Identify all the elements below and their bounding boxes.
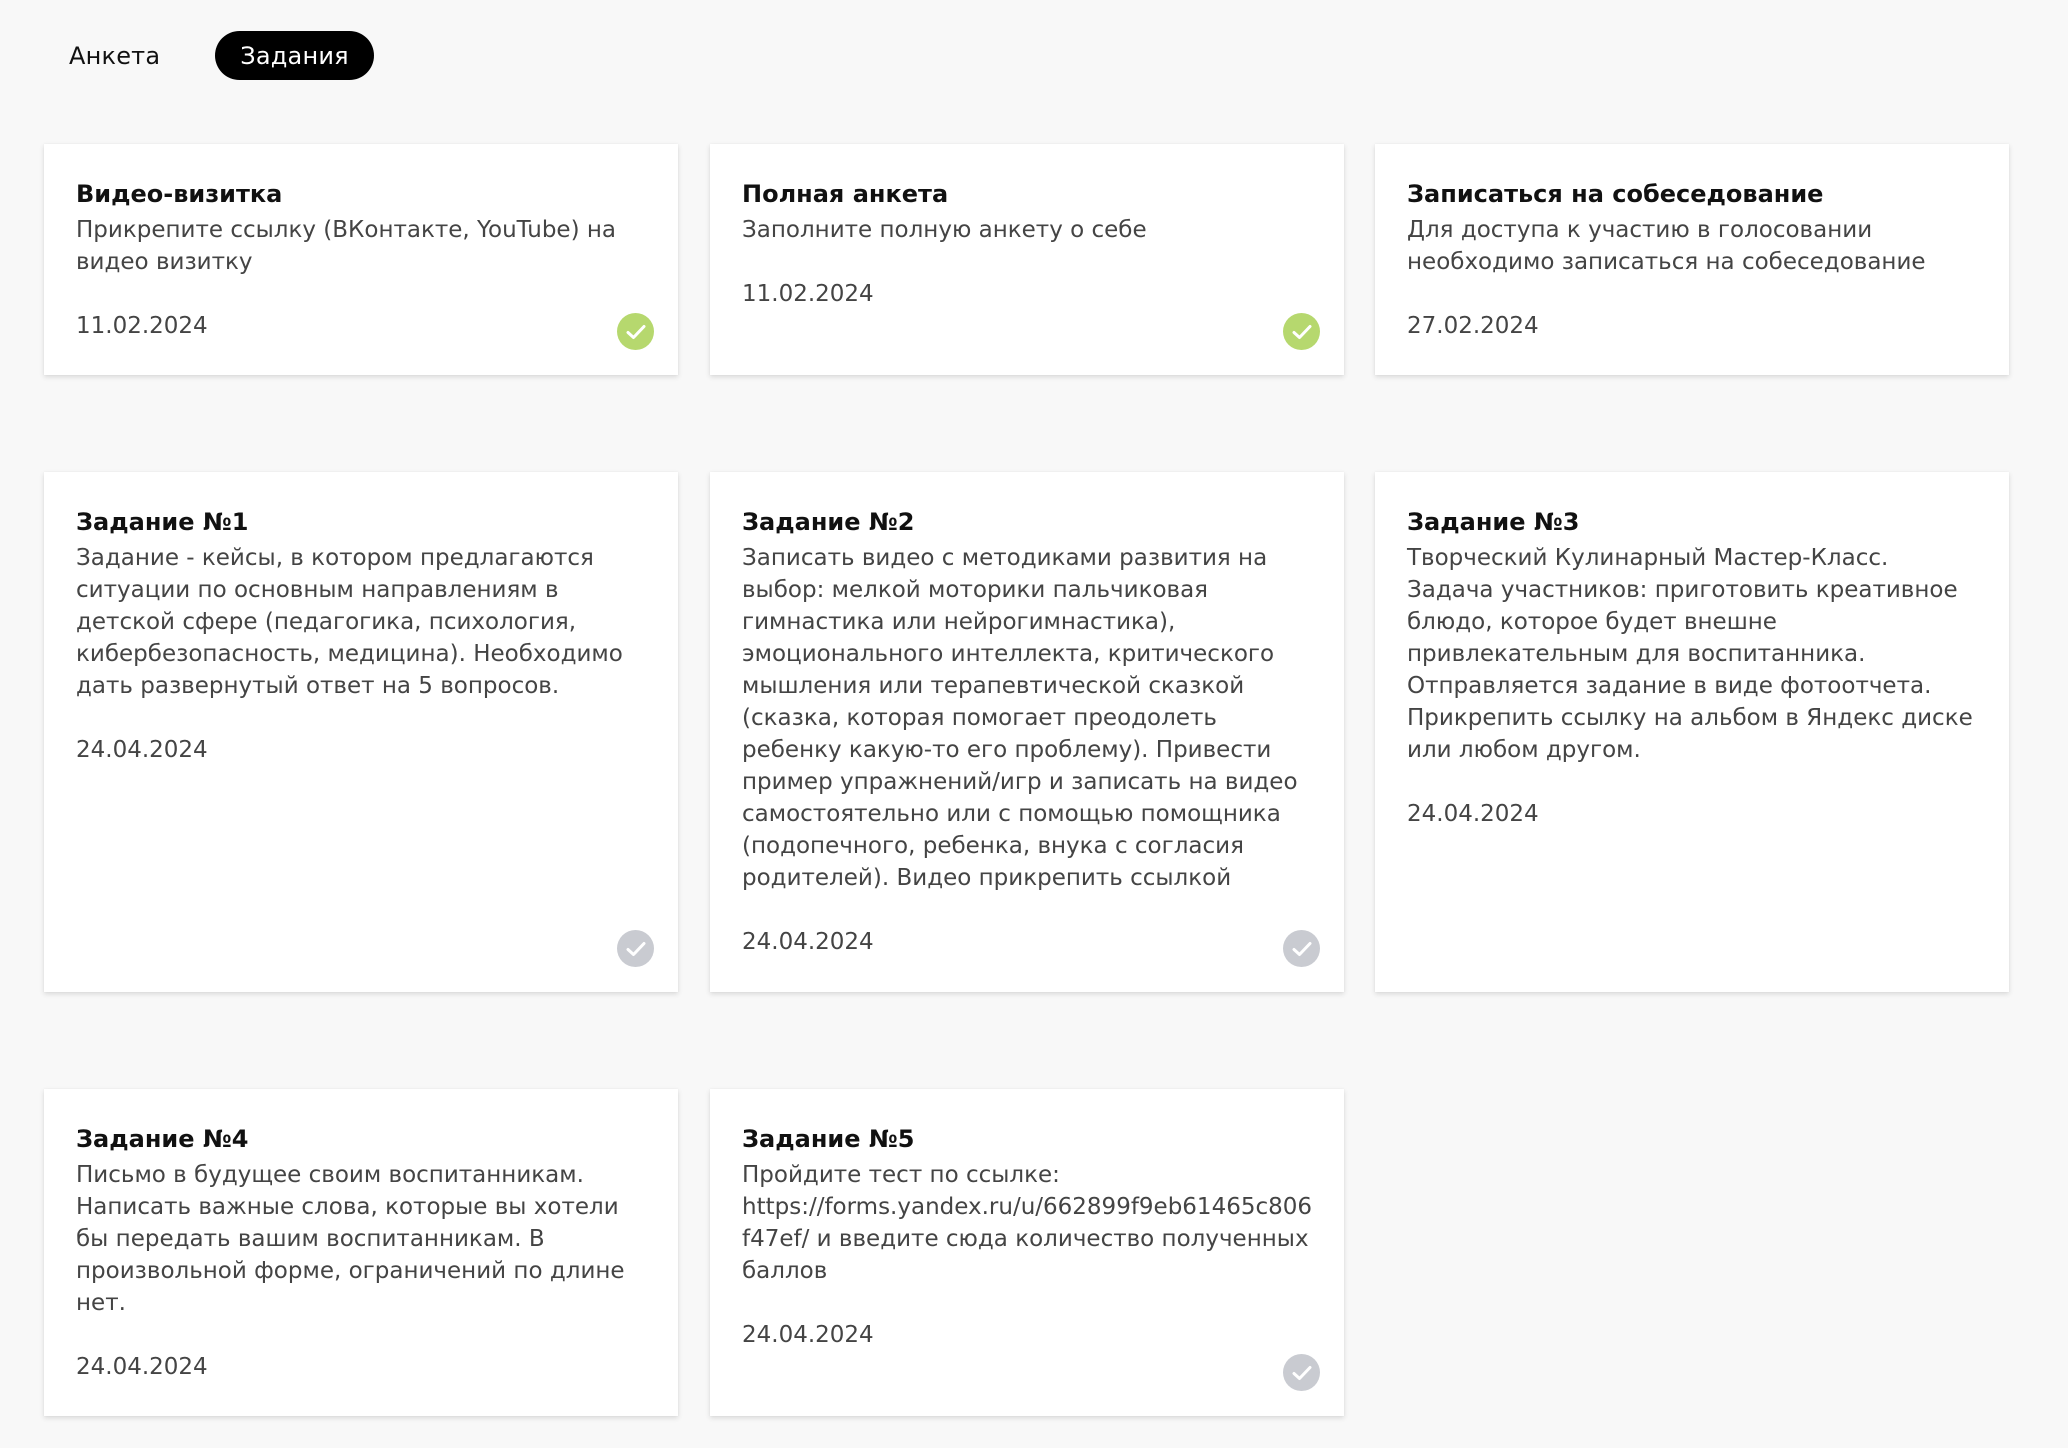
- task-card-task-3[interactable]: Задание №3 Творческий Кулинарный Мастер-…: [1375, 472, 2009, 992]
- card-description: Прикрепите ссылку (ВКонтакте, YouTube) н…: [76, 217, 616, 275]
- card-description: Творческий Кулинарный Мастер-Класс. Зада…: [1407, 545, 1973, 763]
- card-title: Записаться на собеседование: [1407, 180, 1824, 208]
- task-card-task-1[interactable]: Задание №1 Задание - кейсы, в котором пр…: [44, 472, 678, 992]
- check-circle-icon: [1283, 1354, 1320, 1391]
- tab-profile[interactable]: Анкета: [44, 31, 185, 80]
- card-description: Для доступа к участию в голосовании необ…: [1407, 217, 1926, 275]
- check-circle-icon: [1283, 313, 1320, 350]
- task-card-full-profile[interactable]: Полная анкета Заполните полную анкету о …: [710, 144, 1344, 375]
- task-card-video-card[interactable]: Видео-визитка Прикрепите ссылку (ВКонтак…: [44, 144, 678, 375]
- card-date: 24.04.2024: [76, 1354, 208, 1380]
- task-card-task-5[interactable]: Задание №5 Пройдите тест по ссылке: http…: [710, 1089, 1344, 1416]
- card-date: 24.04.2024: [742, 929, 874, 955]
- task-card-interview[interactable]: Записаться на собеседование Для доступа …: [1375, 144, 2009, 375]
- card-date: 24.04.2024: [1407, 801, 1539, 827]
- tab-bar: Анкета Задания: [44, 31, 374, 80]
- card-description: Пройдите тест по ссылке: https://forms.y…: [742, 1162, 1313, 1284]
- card-date: 11.02.2024: [76, 313, 208, 339]
- card-title: Задание №2: [742, 508, 915, 536]
- task-card-task-4[interactable]: Задание №4 Письмо в будущее своим воспит…: [44, 1089, 678, 1416]
- check-circle-icon: [617, 313, 654, 350]
- card-title: Задание №3: [1407, 508, 1580, 536]
- card-title: Задание №1: [76, 508, 249, 536]
- card-date: 24.04.2024: [742, 1322, 874, 1348]
- card-date: 24.04.2024: [76, 737, 208, 763]
- card-description: Задание - кейсы, в котором предлагаются …: [76, 545, 623, 699]
- check-circle-icon: [617, 930, 654, 967]
- card-title: Задание №4: [76, 1125, 249, 1153]
- card-title: Полная анкета: [742, 180, 949, 208]
- card-date: 27.02.2024: [1407, 313, 1539, 339]
- card-title: Задание №5: [742, 1125, 915, 1153]
- check-circle-icon: [1283, 930, 1320, 967]
- tab-tasks[interactable]: Задания: [215, 31, 374, 80]
- card-description: Записать видео с методиками развития на …: [742, 545, 1298, 891]
- card-description: Письмо в будущее своим воспитанникам. На…: [76, 1162, 625, 1316]
- card-title: Видео-визитка: [76, 180, 283, 208]
- task-card-task-2[interactable]: Задание №2 Записать видео с методиками р…: [710, 472, 1344, 992]
- card-date: 11.02.2024: [742, 281, 874, 307]
- card-description: Заполните полную анкету о себе: [742, 217, 1147, 243]
